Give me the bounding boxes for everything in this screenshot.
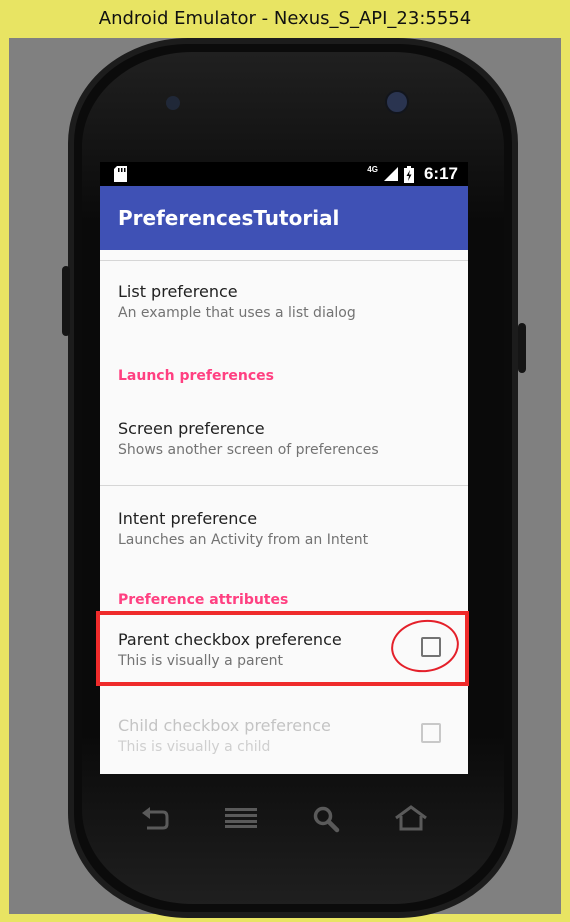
front-camera-icon: [385, 90, 409, 114]
sd-card-icon: [114, 166, 127, 182]
signal-icon: [383, 167, 398, 181]
home-icon[interactable]: [394, 805, 428, 831]
search-icon[interactable]: [312, 805, 340, 833]
list-preference-item[interactable]: List preference An example that uses a l…: [100, 261, 468, 323]
screen-preference-summary: Shows another screen of preferences: [118, 442, 379, 458]
intent-preference-item[interactable]: Intent preference Launches an Activity f…: [100, 486, 468, 549]
child-checkbox-title: Child checkbox preference: [118, 716, 331, 735]
child-checkbox: [421, 723, 441, 743]
volume-button[interactable]: [518, 323, 526, 373]
list-preference-title: List preference: [118, 282, 238, 301]
network-type-label: 4G: [367, 165, 378, 174]
list-preference-summary: An example that uses a list dialog: [118, 305, 356, 321]
category-launch-preferences: Launch preferences: [118, 368, 274, 384]
battery-icon: [403, 165, 414, 183]
screen-preference-item[interactable]: Screen preference Shows another screen o…: [100, 388, 468, 485]
child-checkbox-summary: This is visually a child: [118, 739, 271, 755]
preference-list: List preference An example that uses a l…: [100, 260, 468, 774]
intent-preference-summary: Launches an Activity from an Intent: [118, 532, 369, 548]
clock-label: 6:17: [423, 164, 458, 183]
status-bar: 4G 6:17: [100, 162, 468, 186]
menu-icon[interactable]: [225, 808, 257, 828]
side-button[interactable]: [62, 266, 70, 336]
screen-preference-title: Screen preference: [118, 419, 265, 438]
emulator-title: Android Emulator - Nexus_S_API_23:5554: [98, 8, 472, 29]
app-bar: PreferencesTutorial: [100, 186, 468, 250]
child-checkbox-preference-item: Child checkbox preference This is visual…: [100, 698, 468, 774]
speaker-dot-icon: [166, 96, 180, 110]
intent-preference-title: Intent preference: [118, 509, 258, 528]
app-title: PreferencesTutorial: [118, 206, 340, 230]
back-icon[interactable]: [139, 806, 169, 832]
category-preference-attributes: Preference attributes: [118, 592, 289, 608]
